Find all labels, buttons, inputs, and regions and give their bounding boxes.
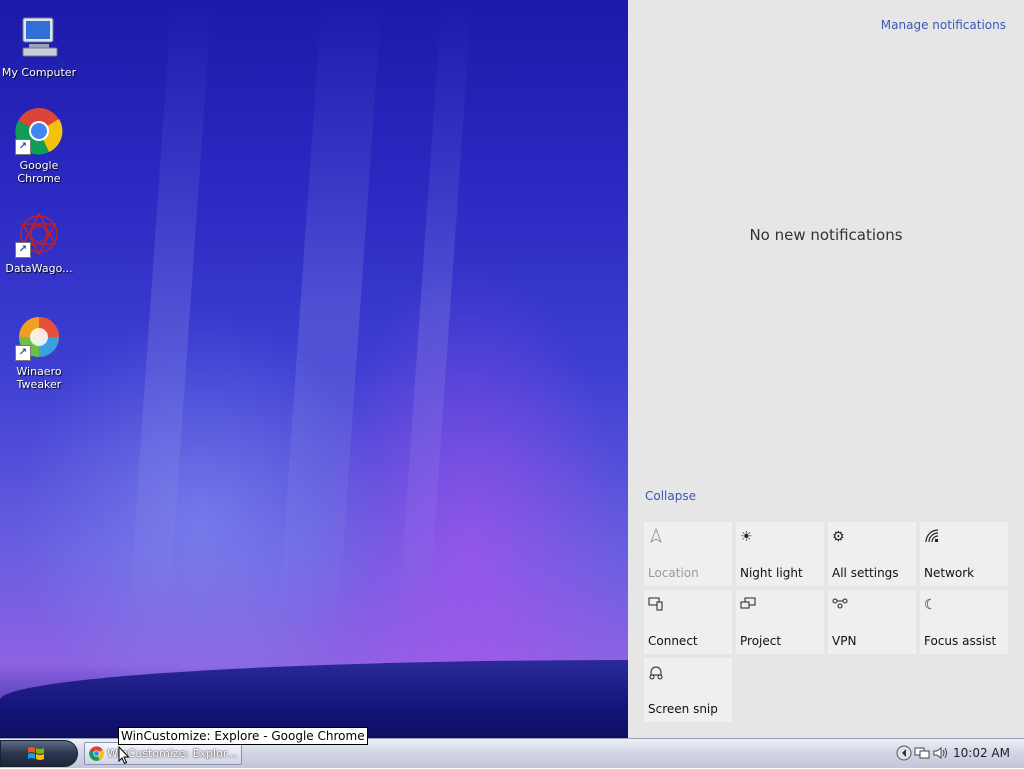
tile-project[interactable]: Project [736, 590, 824, 654]
connect-icon [648, 596, 666, 614]
moon-icon: ☾ [924, 597, 937, 613]
tile-label: Network [924, 566, 975, 580]
network-icon [924, 528, 942, 546]
shortcut-arrow-icon: ↗ [15, 242, 31, 258]
shortcut-arrow-icon: ↗ [15, 345, 31, 361]
tile-label: Focus assist [924, 634, 997, 648]
night-light-icon: ☀ [740, 529, 753, 545]
tile-focus-assist[interactable]: ☾ Focus assist [920, 590, 1008, 654]
winaero-tweaker-icon: ↗ [15, 313, 63, 361]
system-tray: 10:02 AM [892, 739, 1024, 768]
desktop-icon-label: Tweaker [16, 378, 62, 391]
chrome-icon: ↗ [15, 107, 63, 155]
tile-label: Location [648, 566, 699, 580]
volume-icon[interactable] [932, 745, 948, 761]
desktop-icon-label: Winaero [16, 365, 62, 378]
desktop-icon-label: DataWago... [5, 262, 73, 275]
tile-network[interactable]: Network [920, 522, 1008, 586]
project-icon [740, 596, 758, 614]
desktop-icon-label: Google [19, 159, 59, 172]
collapse-link[interactable]: Collapse [645, 489, 696, 503]
no-notifications-text: No new notifications [749, 226, 903, 244]
speaker-icon[interactable] [896, 745, 912, 761]
desktop-icon-winaero-tweaker[interactable]: ↗ Winaero Tweaker [1, 313, 77, 391]
datawagon-icon: ↗ [15, 210, 63, 258]
wallpaper-streak [398, 0, 472, 620]
vpn-icon [832, 596, 850, 614]
desktop-icon-datawagon[interactable]: ↗ DataWago... [1, 210, 77, 275]
tile-label: Night light [740, 566, 803, 580]
windows-logo-icon [27, 745, 45, 763]
tile-label: Connect [648, 634, 698, 648]
tile-label: All settings [832, 566, 899, 580]
taskbar-button-chrome[interactable]: WinCustomize: Explor... [84, 742, 242, 765]
gear-icon: ⚙ [832, 529, 845, 545]
tile-location[interactable]: Location [644, 522, 732, 586]
wallpaper-streak [128, 0, 212, 620]
tile-label: Project [740, 634, 782, 648]
mouse-cursor-icon [118, 745, 130, 765]
taskbar-tooltip: WinCustomize: Explore - Google Chrome [118, 727, 368, 745]
location-icon [648, 527, 666, 546]
clock[interactable]: 10:02 AM [953, 746, 1010, 760]
wallpaper-streak [278, 0, 382, 620]
desktop-icon-my-computer[interactable]: My Computer [1, 14, 77, 79]
desktop-icon-google-chrome[interactable]: ↗ Google Chrome [1, 107, 77, 185]
chrome-icon [89, 746, 104, 761]
tile-label: VPN [832, 634, 857, 648]
screen-snip-icon [648, 664, 666, 682]
tile-all-settings[interactable]: ⚙ All settings [828, 522, 916, 586]
desktop-icon-label: My Computer [1, 66, 77, 79]
action-center-panel: Manage notifications No new notification… [628, 0, 1024, 738]
network-icon[interactable] [914, 745, 930, 761]
desktop-icon-label: Chrome [17, 172, 61, 185]
tile-night-light[interactable]: ☀ Night light [736, 522, 824, 586]
tile-screen-snip[interactable]: Screen snip [644, 658, 732, 722]
start-button[interactable] [0, 740, 78, 767]
shortcut-arrow-icon: ↗ [15, 139, 31, 155]
my-computer-icon [15, 14, 63, 62]
manage-notifications-link[interactable]: Manage notifications [881, 18, 1006, 32]
tile-connect[interactable]: Connect [644, 590, 732, 654]
tile-vpn[interactable]: VPN [828, 590, 916, 654]
tile-label: Screen snip [648, 702, 718, 716]
